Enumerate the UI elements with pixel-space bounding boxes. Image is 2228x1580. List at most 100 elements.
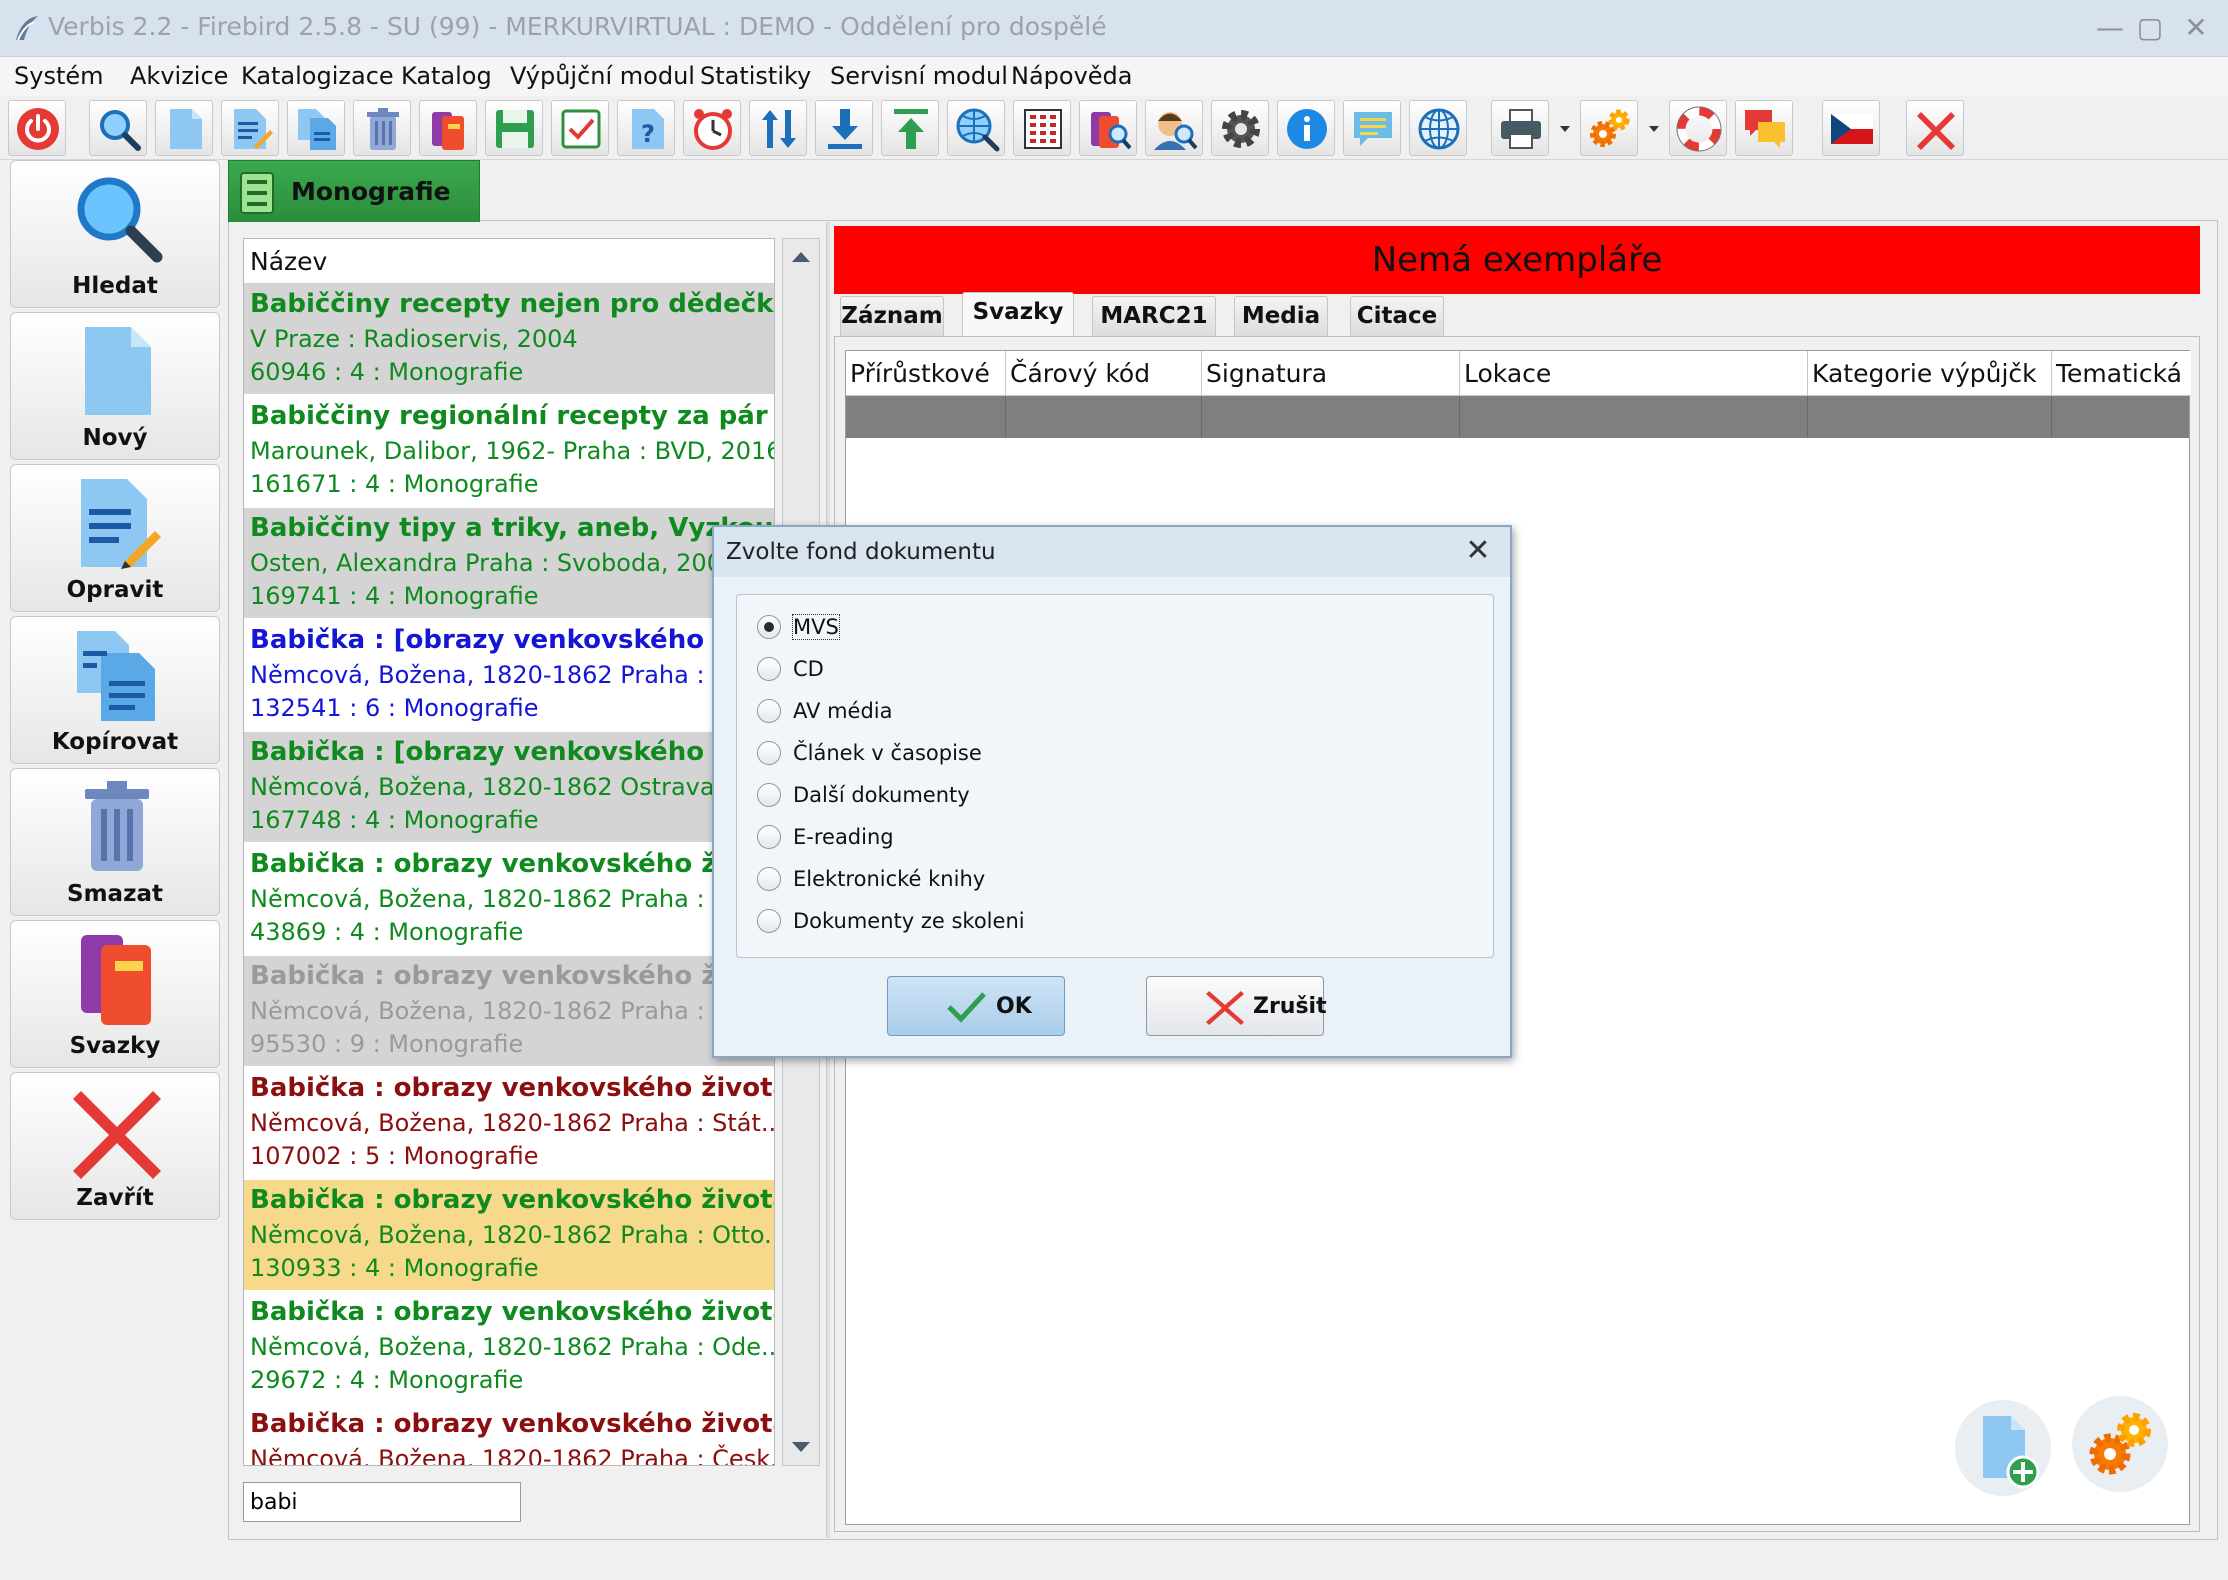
- list-item[interactable]: Babička : [obrazy venkovského živo Němcov…: [244, 732, 774, 844]
- radio-button[interactable]: [757, 909, 781, 933]
- tab-citace[interactable]: Citace: [1350, 296, 1444, 336]
- web-toolbar-button[interactable]: [1409, 100, 1467, 156]
- menu-help[interactable]: Nápověda: [1011, 62, 1133, 90]
- maximize-button[interactable]: ▢: [2130, 8, 2170, 48]
- list-item[interactable]: Babička : obrazy venkovského života ... N…: [244, 1404, 774, 1465]
- tab-media[interactable]: Media: [1234, 296, 1328, 336]
- info-toolbar-button[interactable]: [1277, 100, 1335, 156]
- menu-circulation[interactable]: Výpůjční modul: [510, 62, 695, 90]
- column-header[interactable]: Přírůstkové: [846, 351, 1006, 396]
- sidebar-copy-button[interactable]: Kopírovat: [10, 616, 220, 764]
- chat-toolbar-button[interactable]: [1735, 100, 1793, 156]
- radio-button[interactable]: [757, 867, 781, 891]
- table-cell[interactable]: [1460, 396, 1808, 438]
- column-header[interactable]: Čárový kód: [1006, 351, 1202, 396]
- tab-marc21[interactable]: MARC21: [1092, 296, 1216, 336]
- radio-button[interactable]: [757, 699, 781, 723]
- list-item[interactable]: Babička : obrazy venkovského života ... N…: [244, 1180, 774, 1292]
- settings-toolbar-button[interactable]: [1211, 100, 1269, 156]
- copy-toolbar-button[interactable]: [287, 100, 345, 156]
- volume-settings-button[interactable]: [2072, 1396, 2168, 1492]
- list-item[interactable]: Babiččiny recepty nejen pro dědečky V Pra…: [244, 284, 774, 396]
- scroll-up-button[interactable]: [783, 239, 819, 275]
- list-item[interactable]: Babička : obrazy venkovského život Němcov…: [244, 844, 774, 956]
- barcode-toolbar-button[interactable]: [1013, 100, 1071, 156]
- power-button[interactable]: [8, 100, 66, 156]
- column-header[interactable]: Tematická: [2052, 351, 2191, 396]
- sidebar-volumes-button[interactable]: Svazky: [10, 920, 220, 1068]
- add-volume-button[interactable]: [1955, 1400, 2051, 1496]
- record-title: Babička : [obrazy venkovského živo: [250, 625, 772, 655]
- sidebar-delete-button[interactable]: Smazat: [10, 768, 220, 916]
- column-header[interactable]: Signatura: [1202, 351, 1460, 396]
- list-item[interactable]: Babiččiny tipy a triky, aneb, Vyzkouš Ost…: [244, 508, 774, 620]
- message-icon: [1354, 112, 1392, 146]
- radio-button[interactable]: [757, 783, 781, 807]
- help-doc-toolbar-button[interactable]: ?: [617, 100, 675, 156]
- sidebar-edit-button[interactable]: Opravit: [10, 464, 220, 612]
- upload-toolbar-button[interactable]: [881, 100, 939, 156]
- radio-button[interactable]: [757, 657, 781, 681]
- list-item[interactable]: Babička : obrazy venkovského život Němcov…: [244, 956, 774, 1068]
- exit-toolbar-button[interactable]: [1906, 100, 1964, 156]
- dialog-title-bar[interactable]: Zvolte fond dokumentu: [714, 527, 1510, 577]
- dialog-close-button[interactable]: ✕: [1462, 535, 1494, 567]
- sidebar-search-button[interactable]: Hledat: [10, 160, 220, 308]
- menu-cataloguing[interactable]: Katalogizace: [241, 62, 394, 90]
- tab-svazky[interactable]: Svazky: [962, 292, 1074, 338]
- window-title: Verbis 2.2 - Firebird 2.5.8 - SU (99) - …: [48, 12, 1107, 41]
- tab-monografie[interactable]: Monografie: [228, 160, 480, 222]
- column-header[interactable]: Lokace: [1460, 351, 1808, 396]
- search-toolbar-button[interactable]: [89, 100, 147, 156]
- record-author: Němcová, Božena, 1820-1862 Praha : Če: [250, 885, 744, 913]
- tools-toolbar-button[interactable]: [1580, 100, 1638, 156]
- table-cell[interactable]: [1808, 396, 2052, 438]
- radio-button[interactable]: [757, 825, 781, 849]
- print-dropdown[interactable]: [1555, 100, 1575, 156]
- language-toolbar-button[interactable]: [1822, 100, 1880, 156]
- tab-zaznam[interactable]: Záznam: [840, 296, 944, 336]
- tools-dropdown[interactable]: [1644, 100, 1664, 156]
- print-toolbar-button[interactable]: [1491, 100, 1549, 156]
- book-search-toolbar-button[interactable]: [1079, 100, 1137, 156]
- table-cell[interactable]: [1202, 396, 1460, 438]
- web-search-toolbar-button[interactable]: [947, 100, 1005, 156]
- check-toolbar-button[interactable]: [551, 100, 609, 156]
- list-item[interactable]: Babička : obrazy venkovského života ... N…: [244, 1068, 774, 1180]
- window-close-button[interactable]: ✕: [2176, 8, 2216, 48]
- cancel-button[interactable]: Zrušit: [1146, 976, 1327, 1036]
- table-cell[interactable]: [846, 396, 1006, 438]
- sidebar-new-button[interactable]: Nový: [10, 312, 220, 460]
- table-row[interactable]: [846, 396, 2189, 438]
- minimize-button[interactable]: —: [2090, 8, 2130, 48]
- menu-acquisition[interactable]: Akvizice: [130, 62, 228, 90]
- search-input[interactable]: [243, 1482, 521, 1522]
- menu-statistics[interactable]: Statistiky: [700, 62, 811, 90]
- list-item[interactable]: Babička : [obrazy venkovského živo Němcov…: [244, 620, 774, 732]
- support-toolbar-button[interactable]: [1669, 100, 1727, 156]
- menu-catalog[interactable]: Katalog: [401, 62, 492, 90]
- column-header[interactable]: Kategorie výpůjčk: [1808, 351, 2052, 396]
- new-toolbar-button[interactable]: [155, 100, 213, 156]
- delete-toolbar-button[interactable]: [353, 100, 411, 156]
- download-toolbar-button[interactable]: [815, 100, 873, 156]
- scroll-down-button[interactable]: [783, 1429, 819, 1465]
- list-header[interactable]: Název: [244, 239, 774, 284]
- record-list[interactable]: Název Babiččiny recepty nejen pro dědečk…: [243, 238, 775, 1466]
- messages-toolbar-button[interactable]: [1343, 100, 1401, 156]
- list-item[interactable]: Babička : obrazy venkovského života ... N…: [244, 1292, 774, 1404]
- table-cell[interactable]: [1006, 396, 1202, 438]
- sidebar-close-button[interactable]: Zavřít: [10, 1072, 220, 1220]
- sort-toolbar-button[interactable]: [749, 100, 807, 156]
- radio-button[interactable]: [757, 615, 781, 639]
- volumes-toolbar-button[interactable]: [419, 100, 477, 156]
- menu-system[interactable]: Systém: [14, 62, 104, 90]
- edit-toolbar-button[interactable]: [221, 100, 279, 156]
- list-item[interactable]: Babiččiny regionální recepty za pár ka..…: [244, 396, 774, 508]
- reminder-toolbar-button[interactable]: [683, 100, 741, 156]
- radio-button[interactable]: [757, 741, 781, 765]
- menu-service[interactable]: Servisní modul: [830, 62, 1008, 90]
- save-toolbar-button[interactable]: [485, 100, 543, 156]
- ok-button[interactable]: OK: [887, 976, 1065, 1036]
- reader-search-toolbar-button[interactable]: [1145, 100, 1203, 156]
